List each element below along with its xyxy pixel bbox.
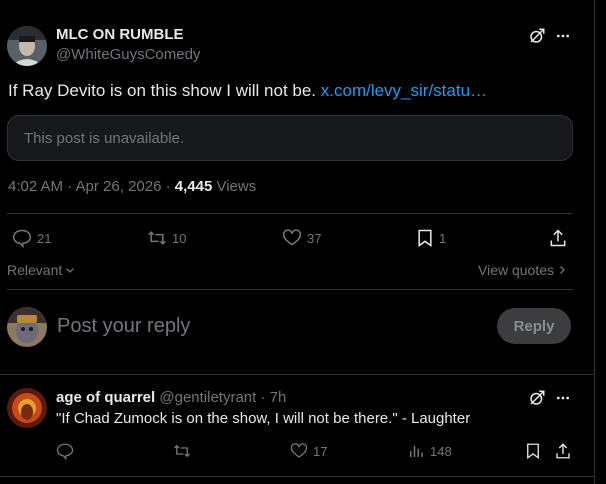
chevron-right-icon (560, 266, 565, 274)
reply-input[interactable]: Post your reply (57, 315, 190, 338)
reply-icon (12, 229, 32, 248)
like-icon (282, 229, 302, 246)
author-handle[interactable]: @WhiteGuysComedy (56, 46, 200, 63)
tweet-page: MLC ON RUMBLE @WhiteGuysComedy If Ray De… (0, 0, 594, 484)
reply-repost-button[interactable] (172, 442, 196, 460)
author-avatar[interactable] (7, 26, 47, 66)
reply-submit-button[interactable]: Reply (497, 308, 571, 344)
repost-count: 10 (172, 230, 187, 246)
repost-icon (148, 231, 166, 245)
chevron-down-icon (66, 268, 75, 273)
reply-button[interactable]: 21 (11, 228, 51, 248)
reply-share-button[interactable] (554, 442, 576, 460)
share-button[interactable] (548, 228, 572, 248)
reply-reply-button[interactable] (55, 442, 79, 460)
more-icon[interactable] (553, 388, 573, 408)
like-button[interactable]: 37 (281, 228, 321, 248)
reply-author-handle-time[interactable]: @gentiletyrant · 7h (155, 389, 286, 406)
sort-relevant[interactable]: Relevant (7, 262, 76, 278)
view-quotes-label: View quotes (478, 262, 555, 278)
analytics-icon (410, 445, 423, 457)
current-user-avatar[interactable] (7, 307, 47, 347)
reply-text: "If Chad Zumock is on the show, I will n… (56, 410, 471, 427)
divider (7, 213, 573, 214)
divider (7, 289, 573, 290)
reply-author-name[interactable]: age of quarrel (56, 389, 155, 406)
post-text: If Ray Devito is on this show I will not… (8, 81, 487, 101)
bookmark-count: 1 (439, 230, 447, 246)
like-count: 37 (307, 230, 322, 246)
views-label: Views (212, 178, 257, 195)
like-icon (290, 443, 308, 458)
sort-relevant-label: Relevant (7, 262, 63, 278)
divider (0, 374, 594, 375)
reply-views-button[interactable]: 148 (406, 442, 452, 460)
views-count: 4,445 (174, 178, 213, 195)
post-meta: 4:02 AM · Apr 26, 2026 · 4,445 Views (8, 178, 256, 195)
post-link[interactable]: x.com/levy_sir/statu… (321, 81, 487, 100)
view-quotes-link[interactable]: View quotes (478, 262, 568, 278)
grok-icon[interactable] (527, 26, 547, 46)
reply-bookmark-button[interactable] (524, 442, 546, 460)
quoted-post: This post is unavailable. (7, 115, 573, 161)
bookmark-icon (418, 229, 432, 247)
quoted-post-unavailable-text: This post is unavailable. (24, 130, 185, 147)
author-name[interactable]: MLC ON RUMBLE (56, 26, 184, 43)
post-timestamp[interactable]: 4:02 AM · Apr 26, 2026 · (8, 178, 175, 195)
share-icon (550, 229, 566, 247)
reply-count: 21 (37, 230, 52, 246)
more-icon[interactable] (553, 26, 573, 46)
reply-author[interactable]: age of quarrel @gentiletyrant · 7h (56, 389, 286, 406)
repost-icon (174, 444, 190, 458)
reply-views-count: 148 (430, 443, 452, 459)
bookmark-button[interactable]: 1 (415, 228, 446, 248)
bookmark-icon (527, 443, 539, 460)
divider (0, 476, 594, 477)
reply-like-button[interactable]: 17 (289, 442, 327, 460)
grok-icon[interactable] (527, 388, 547, 408)
post-text-body: If Ray Devito is on this show I will not… (8, 81, 317, 100)
reply-like-count: 17 (313, 443, 328, 459)
reply-icon (56, 443, 74, 460)
repost-button[interactable]: 10 (146, 228, 186, 248)
reply-author-avatar[interactable] (7, 388, 47, 428)
share-icon (556, 443, 570, 459)
scrollbar-track[interactable] (595, 0, 606, 484)
